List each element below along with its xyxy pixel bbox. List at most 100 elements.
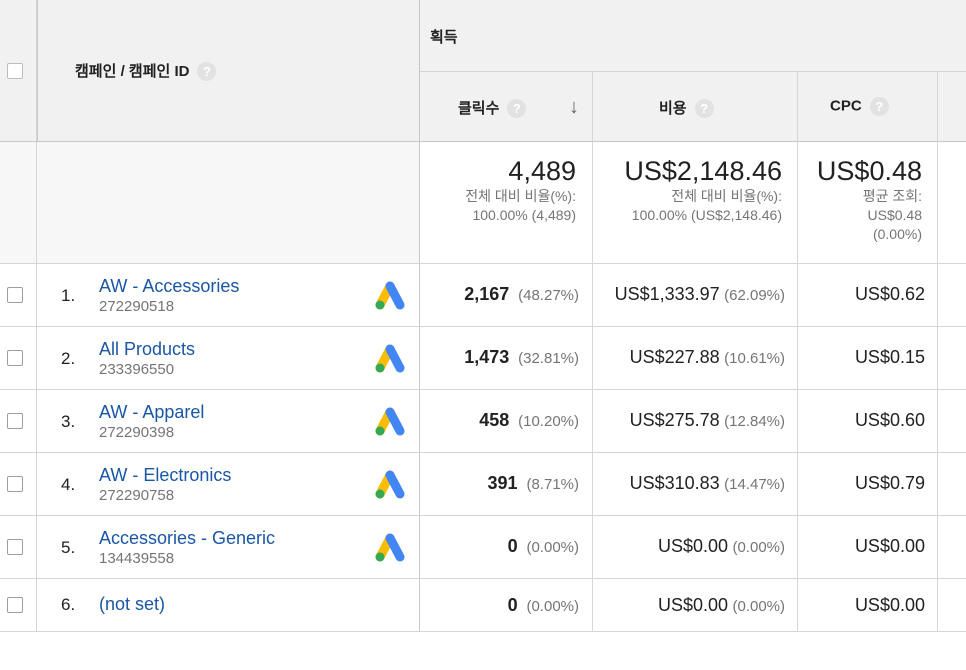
cpc-value: US$0.00 (854, 595, 925, 615)
campaign-link[interactable]: AW - Apparel (99, 402, 204, 423)
sort-desc-icon[interactable]: ↓ (569, 96, 579, 119)
clicks-value: 458 (479, 410, 510, 430)
cpc-total: US$0.48 평균 조회: US$0.48 (0.00%) (798, 156, 922, 244)
campaign-link[interactable]: AW - Accessories (99, 276, 239, 297)
row-checkbox[interactable] (7, 539, 23, 555)
row-checkbox[interactable] (7, 413, 23, 429)
campaign-id: 233396550 (99, 361, 175, 378)
cost-pct: (0.00%) (732, 598, 785, 615)
select-all-checkbox[interactable] (7, 63, 23, 79)
google-ads-icon (375, 533, 405, 562)
cost-value: US$275.78 (629, 410, 720, 430)
clicks-cell: 2,167 (48.27%) (420, 284, 579, 305)
row-checkbox[interactable] (7, 476, 23, 492)
google-ads-icon (375, 407, 405, 436)
row-number: 4. (61, 475, 76, 494)
cost-total: US$2,148.46 전체 대비 비율(%): 100.00% (US$2,1… (593, 156, 782, 225)
cost-cell: US$275.78 (12.84%) (593, 410, 785, 431)
cpc-value: US$0.15 (854, 347, 925, 367)
campaign-id: 272290758 (99, 487, 175, 504)
cost-cell: US$310.83 (14.47%) (593, 473, 785, 494)
help-icon[interactable]: ? (869, 97, 889, 116)
clicks-cell: 391 (8.71%) (420, 473, 579, 494)
google-ads-icon (375, 281, 405, 310)
cost-total-label: 전체 대비 비율(%): (671, 188, 782, 204)
campaign-link[interactable]: Accessories - Generic (99, 528, 275, 549)
cost-value: US$227.88 (629, 347, 720, 367)
help-icon[interactable]: ? (197, 62, 217, 82)
help-icon[interactable]: ? (507, 99, 527, 119)
clicks-value: 391 (487, 473, 518, 493)
row-number: 3. (61, 412, 76, 431)
row-number: 2. (61, 349, 76, 368)
row-number: 6. (61, 595, 76, 614)
cpc-value: US$0.00 (854, 536, 925, 556)
cpc-value: US$0.62 (854, 284, 925, 304)
clicks-pct: (0.00%) (526, 539, 579, 556)
table-row: 2. All Products 233396550 1,473 (32.81%)… (0, 327, 966, 390)
clicks-total-value: 4,489 (508, 156, 576, 186)
cpc-column-header[interactable]: CPC? (830, 97, 889, 116)
clicks-pct: (32.81%) (518, 350, 579, 367)
cost-pct: (62.09%) (724, 287, 785, 304)
table-row: 6. (not set) 0 (0.00%) US$0.00 (0.00%) U… (0, 579, 966, 642)
row-checkbox[interactable] (7, 287, 23, 303)
cost-total-pct: 100.00% (US$2,148.46) (631, 207, 782, 223)
clicks-column-label: 클릭수 (458, 100, 500, 117)
campaign-link[interactable]: All Products (99, 339, 195, 360)
campaign-column-label: 캠페인 / 캠페인 ID (75, 63, 190, 80)
clicks-pct: (48.27%) (518, 287, 579, 304)
clicks-value: 2,167 (464, 284, 510, 304)
row-number: 5. (61, 538, 76, 557)
cost-value: US$310.83 (629, 473, 720, 493)
campaign-id: 272290518 (99, 298, 175, 315)
cpc-total-avg: US$0.48 (867, 207, 922, 223)
cpc-value: US$0.79 (854, 473, 925, 493)
cost-value: US$0.00 (657, 536, 729, 556)
cpc-total-label: 평균 조회: (862, 188, 922, 204)
table-row: 5. Accessories - Generic 134439558 0 (0.… (0, 516, 966, 579)
clicks-value: 1,473 (464, 347, 510, 367)
campaign-column-header[interactable]: 캠페인 / 캠페인 ID? (75, 60, 217, 82)
cost-column-label: 비용 (659, 100, 687, 117)
help-icon[interactable]: ? (694, 99, 714, 119)
table-row: 1. AW - Accessories 272290518 2,167 (48.… (0, 264, 966, 327)
clicks-pct: (8.71%) (526, 476, 579, 493)
clicks-cell: 458 (10.20%) (420, 410, 579, 431)
cost-cell: US$227.88 (10.61%) (593, 347, 785, 368)
cost-cell: US$1,333.97 (62.09%) (593, 284, 785, 305)
clicks-value: 0 (507, 595, 518, 615)
campaign-id: 134439558 (99, 550, 175, 567)
clicks-column-header[interactable]: 클릭수? (458, 97, 527, 119)
clicks-cell: 0 (0.00%) (420, 595, 579, 616)
cost-pct: (10.61%) (724, 350, 785, 367)
cpc-total-value: US$0.48 (816, 156, 922, 186)
acquisition-group-label: 획득 (430, 29, 458, 46)
clicks-pct: (0.00%) (526, 598, 579, 615)
clicks-total-pct: 100.00% (4,489) (472, 207, 576, 223)
campaign-link[interactable]: AW - Electronics (99, 465, 231, 486)
table-row: 4. AW - Electronics 272290758 391 (8.71%… (0, 453, 966, 516)
clicks-total: 4,489 전체 대비 비율(%): 100.00% (4,489) (420, 156, 576, 225)
row-number: 1. (61, 286, 76, 305)
row-checkbox[interactable] (7, 597, 23, 613)
clicks-pct: (10.20%) (518, 413, 579, 430)
cost-pct: (12.84%) (724, 413, 785, 430)
header-bg-group (420, 0, 966, 72)
cpc-column-label: CPC (830, 97, 862, 115)
google-ads-icon (375, 470, 405, 499)
totals-bg-left (0, 142, 420, 263)
row-checkbox[interactable] (7, 350, 23, 366)
cost-pct: (14.47%) (724, 476, 785, 493)
table-row: 3. AW - Apparel 272290398 458 (10.20%) U… (0, 390, 966, 453)
campaign-link[interactable]: (not set) (99, 594, 165, 615)
cost-cell: US$0.00 (0.00%) (593, 536, 785, 557)
cost-value: US$0.00 (657, 595, 729, 615)
cost-pct: (0.00%) (732, 539, 785, 556)
google-ads-icon (375, 344, 405, 373)
cpc-total-pct: (0.00%) (872, 226, 922, 242)
cost-column-header[interactable]: 비용? (659, 97, 714, 119)
clicks-cell: 0 (0.00%) (420, 536, 579, 557)
clicks-total-label: 전체 대비 비율(%): (465, 188, 576, 204)
clicks-value: 0 (507, 536, 518, 556)
